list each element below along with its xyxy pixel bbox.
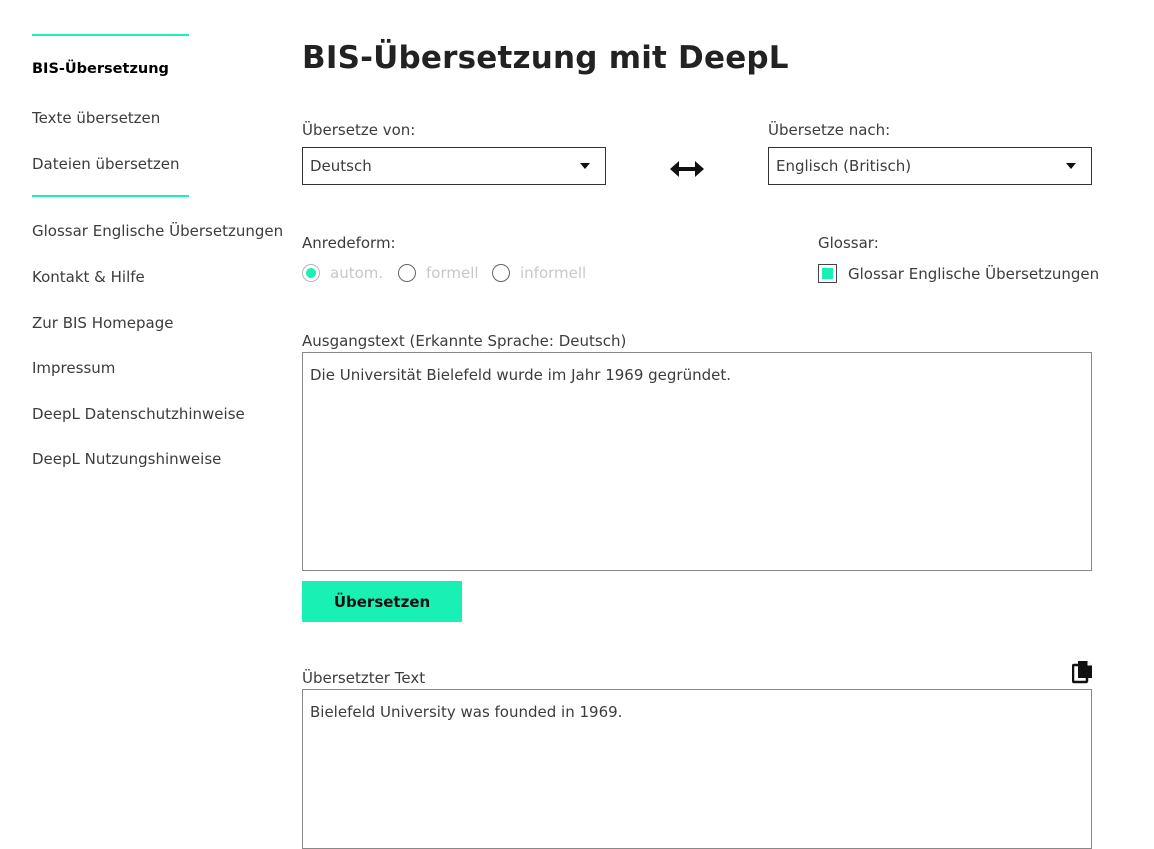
radio-informell[interactable]: informell xyxy=(492,264,586,282)
swap-arrows-icon[interactable] xyxy=(670,160,704,178)
glossary-label: Glossar: xyxy=(818,234,879,252)
sidebar-item-glossar[interactable]: Glossar Englische Übersetzungen xyxy=(32,221,283,241)
page-title: BIS-Übersetzung mit DeepL xyxy=(302,40,789,76)
main-content: BIS-Übersetzung mit DeepL Übersetze von:… xyxy=(302,0,1099,849)
sidebar-item-nutzungshinweise[interactable]: DeepL Nutzungshinweise xyxy=(32,449,221,469)
target-lang-value: Englisch (Britisch) xyxy=(776,157,912,175)
source-lang-select[interactable]: Deutsch xyxy=(302,147,606,185)
sidebar-item-dateien-uebersetzen[interactable]: Dateien übersetzen xyxy=(32,154,179,174)
sidebar-item-kontakt-hilfe[interactable]: Kontakt & Hilfe xyxy=(32,267,145,287)
sidebar-top-divider xyxy=(32,34,189,36)
target-lang-select[interactable]: Englisch (Britisch) xyxy=(768,147,1092,185)
sidebar-item-bis-homepage[interactable]: Zur BIS Homepage xyxy=(32,313,173,333)
glossary-checkbox-label: Glossar Englische Übersetzungen xyxy=(848,264,1100,283)
sidebar-item-datenschutz[interactable]: DeepL Datenschutzhinweise xyxy=(32,404,245,424)
translate-button[interactable]: Übersetzen xyxy=(302,581,462,622)
radio-autom-circle[interactable] xyxy=(302,264,320,282)
source-lang-value: Deutsch xyxy=(310,157,372,175)
glossary-checkbox[interactable]: Glossar Englische Übersetzungen xyxy=(818,264,1099,283)
chevron-down-icon xyxy=(1066,163,1076,169)
source-text-label: Ausgangstext (Erkannte Sprache: Deutsch) xyxy=(302,332,627,350)
radio-informell-label: informell xyxy=(520,264,587,282)
source-textarea[interactable]: Die Universität Bielefeld wurde im Jahr … xyxy=(302,352,1092,571)
sidebar-divider xyxy=(32,195,189,197)
radio-formell-label: formell xyxy=(426,264,479,282)
sidebar-item-bis-uebersetzung[interactable]: BIS-Übersetzung xyxy=(32,59,169,79)
sidebar-item-impressum[interactable]: Impressum xyxy=(32,358,115,378)
glossary-checkbox-box[interactable] xyxy=(818,264,837,283)
sidebar-item-texte-uebersetzen[interactable]: Texte übersetzen xyxy=(32,108,160,128)
radio-autom-label: autom. xyxy=(330,264,384,282)
radio-informell-circle[interactable] xyxy=(492,264,510,282)
target-lang-label: Übersetze nach: xyxy=(768,121,891,139)
translated-text-label: Übersetzter Text xyxy=(302,669,426,687)
radio-autom[interactable]: autom. xyxy=(302,264,383,282)
source-lang-label: Übersetze von: xyxy=(302,121,416,139)
formality-label: Anredeform: xyxy=(302,234,396,252)
chevron-down-icon xyxy=(580,163,590,169)
radio-formell[interactable]: formell xyxy=(398,264,479,282)
translated-textarea[interactable]: Bielefeld University was founded in 1969… xyxy=(302,689,1092,849)
copy-icon[interactable] xyxy=(1072,660,1094,684)
radio-formell-circle[interactable] xyxy=(398,264,416,282)
